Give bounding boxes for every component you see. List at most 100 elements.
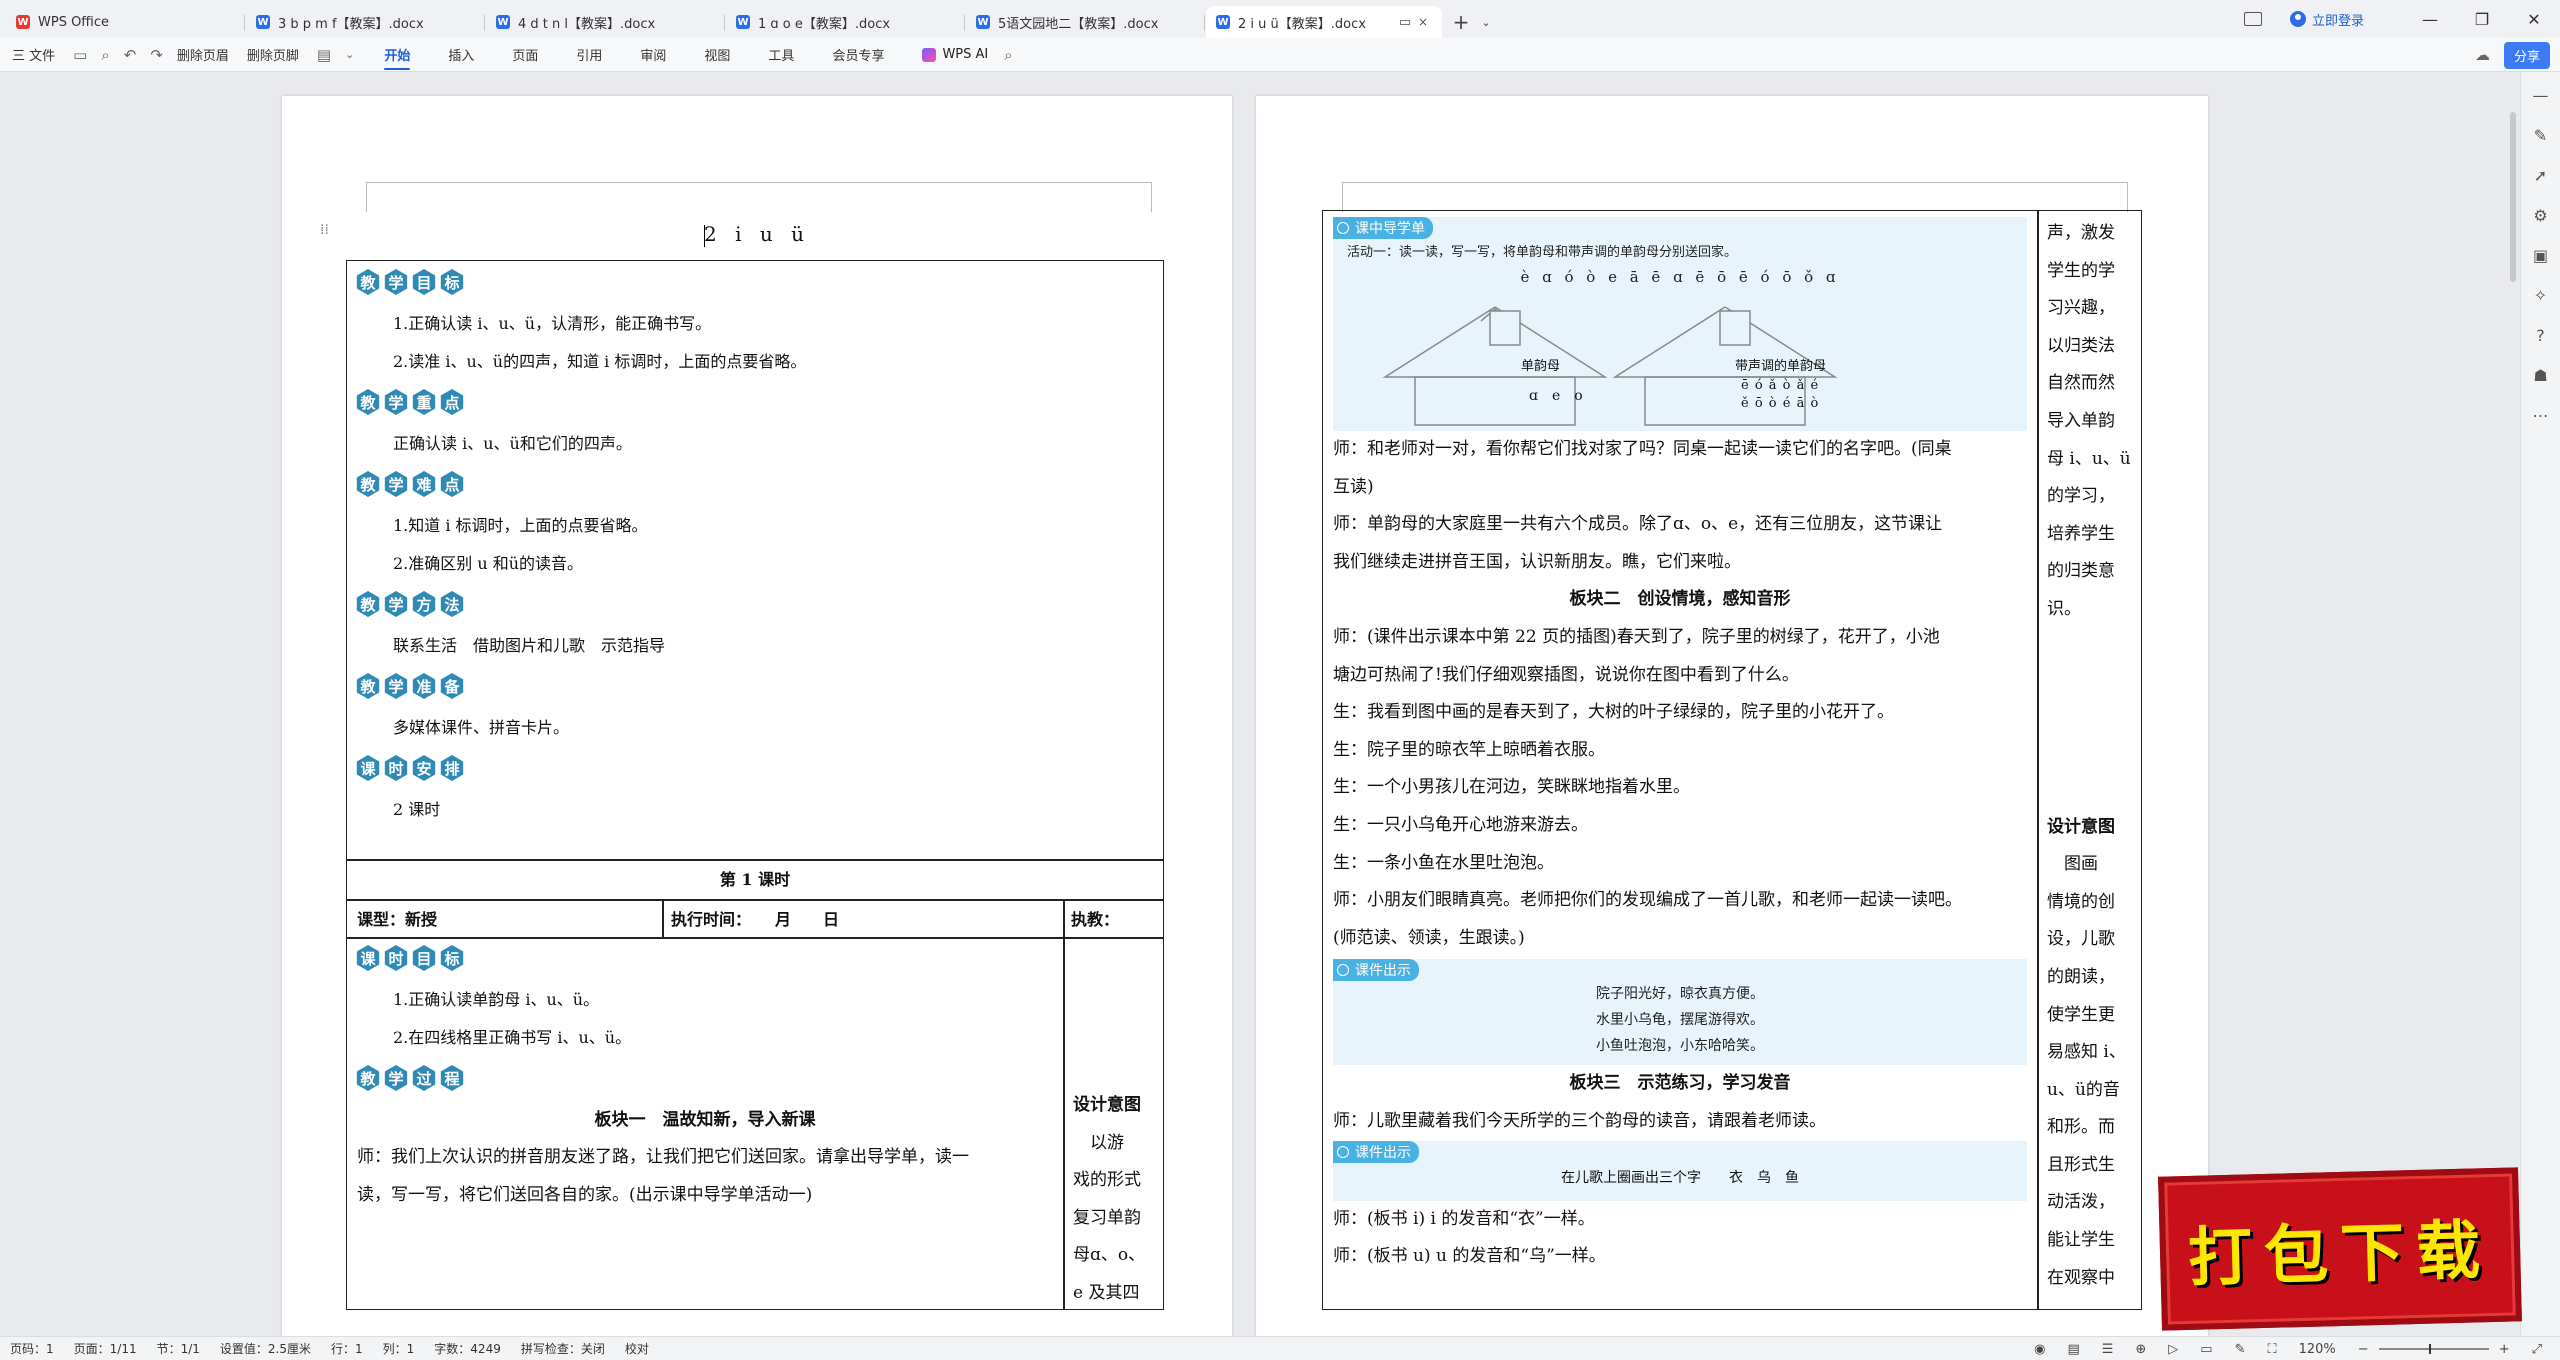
undo-icon[interactable]: ↶	[124, 46, 137, 64]
zoom-level[interactable]: 120%	[2299, 1342, 2336, 1357]
tab-0[interactable]: W WPS Office	[6, 6, 245, 38]
read-mode-icon[interactable]: ▭	[2200, 1342, 2212, 1357]
download-stamp[interactable]: 打包下载	[2158, 1167, 2522, 1331]
tab-1[interactable]: W 3 b p m f【教案】.docx	[246, 6, 485, 38]
select-cursor-icon[interactable]: ➚	[2530, 164, 2552, 186]
redo-icon[interactable]: ↷	[150, 46, 163, 64]
tab-3[interactable]: W 1 ɑ o e【教案】.docx	[726, 6, 965, 38]
window-layout-icon[interactable]	[2243, 12, 2262, 26]
design-intent-line: 动活泼，	[2047, 1192, 2115, 1213]
more-icon[interactable]: ⋯	[2530, 404, 2552, 426]
design-intent-line: 的归类意	[2047, 561, 2115, 582]
design-intent-top: 声，激发 学生的学 习兴趣， 以归类法 自然而然 导入单韵母 i、u、ü 的学习， 培养学生的…	[2037, 215, 2141, 629]
label-dot-icon	[1337, 1145, 1349, 1158]
find-icon[interactable]: ⌕	[101, 46, 109, 64]
poem-line: 院子阳光好，晾衣真方便。	[1596, 986, 1764, 1003]
design-intent-line: 以游	[1073, 1132, 1124, 1153]
heading-char: 准	[412, 673, 436, 699]
tab-menu-button[interactable]: ⌄	[1476, 6, 1496, 38]
tab-4[interactable]: W 5语文园地二【教案】.docx	[966, 6, 1205, 38]
heading-char: 学	[384, 591, 408, 617]
lesson-number: 第 1 课时	[719, 870, 791, 889]
design-intent-column-2: 声，激发 学生的学 习兴趣， 以归类法 自然而然 导入单韵母 i、u、ü 的学习， 培养学生的…	[2037, 215, 2141, 1297]
design-intent-line: 情境的创	[2047, 891, 2115, 912]
tab-2[interactable]: W 4 d t n l【教案】.docx	[486, 6, 725, 38]
zoom-slider[interactable]	[2378, 1344, 2489, 1354]
adjust-settings-icon[interactable]: ⚙	[2530, 204, 2552, 226]
title-right-controls: 立即登录 — ❐ ✕	[2243, 0, 2560, 38]
ribbon-tab-2[interactable]: 页面	[512, 39, 538, 70]
design-intent-line: 学生的学	[2047, 260, 2115, 281]
login-label: 立即登录	[2311, 13, 2364, 29]
close-window-button[interactable]: ✕	[2508, 0, 2560, 38]
document-title[interactable]: 2 i u ü	[282, 222, 1232, 247]
heading-char: 学	[384, 1065, 408, 1091]
outline-view-icon[interactable]: ☰	[2102, 1342, 2114, 1357]
fit-page-icon[interactable]: ⛶	[2268, 1342, 2277, 1357]
collapse-icon[interactable]: —	[2530, 84, 2552, 106]
ending-line: 师：(板书 u) u 的发音和“乌”一样。	[1333, 1246, 1606, 1267]
status-setting: 设置值：2.5厘米	[219, 1342, 312, 1356]
help-icon[interactable]: ?	[2530, 324, 2552, 346]
tab-close-icon[interactable]: ×	[1414, 15, 1432, 29]
heading-char: 标	[440, 269, 464, 295]
section-line: 多媒体课件、拼音卡片。	[393, 718, 570, 737]
search-icon[interactable]: ⌕	[1004, 46, 1012, 64]
courseware-label-2-text: 课件出示	[1355, 1144, 1411, 1161]
tab-label: 2 i u ü【教案】.docx	[1238, 16, 1366, 32]
status-words[interactable]: 字数：4249	[434, 1340, 501, 1357]
file-menu-button[interactable]: 三 文件	[12, 45, 55, 64]
tab-label: 5语文园地二【教案】.docx	[998, 16, 1159, 32]
more-dropdown-icon[interactable]: ⌄	[345, 48, 354, 61]
cloud-sync-icon[interactable]: ☁	[2475, 46, 2490, 64]
heading-char: 点	[440, 389, 464, 415]
status-spell[interactable]: 拼写检查：关闭	[521, 1340, 605, 1357]
header-format-icon[interactable]: ▤	[317, 46, 331, 64]
login-button[interactable]: 立即登录	[2289, 10, 2364, 29]
share-button[interactable]: 分享	[2503, 41, 2550, 69]
ribbon-tab-1[interactable]: 插入	[448, 39, 474, 70]
ribbon-tab-5[interactable]: 视图	[704, 39, 730, 70]
ribbon-tab-7[interactable]: 会员专享	[832, 39, 884, 70]
minimize-button[interactable]: —	[2404, 0, 2456, 38]
heading-char: 排	[440, 755, 464, 781]
zoom-in-icon[interactable]: +	[2499, 1342, 2510, 1357]
write-mode-icon[interactable]: ✎	[2235, 1342, 2246, 1357]
maximize-button[interactable]: ❐	[2456, 0, 2508, 38]
play-icon[interactable]: ▷	[2168, 1342, 2178, 1357]
section-heading: 教学重点	[355, 389, 1163, 415]
design-intent-line: 以归类法	[2047, 335, 2115, 356]
tab-separator	[964, 15, 965, 31]
image-tool-icon[interactable]: ▣	[2530, 244, 2552, 266]
tab-5[interactable]: W 2 i u ü【教案】.docx ▭ ×	[1206, 6, 1442, 38]
page-view-icon[interactable]: ▤	[2067, 1342, 2079, 1357]
status-pages[interactable]: 页面：1/11	[74, 1340, 137, 1357]
section-heading: 课时安排	[355, 755, 1163, 781]
ribbon-tab-3[interactable]: 引用	[576, 39, 602, 70]
heading-char: 教	[356, 591, 380, 617]
delete-header-button[interactable]: 删除页眉	[177, 45, 229, 64]
wps-ai-button[interactable]: WPS AI	[922, 47, 988, 62]
design-intent-title-2: 设计意图	[2047, 816, 2115, 837]
zoom-out-icon[interactable]: −	[2358, 1342, 2369, 1357]
vertical-scrollbar[interactable]	[2510, 112, 2516, 282]
design-intent-line: 在观察中	[2047, 1267, 2115, 1288]
magic-tool-icon[interactable]: ✧	[2530, 284, 2552, 306]
ribbon-tab-4[interactable]: 审阅	[640, 39, 666, 70]
tab-screen-icon[interactable]: ▭	[1396, 15, 1414, 30]
tab-separator	[724, 15, 725, 31]
delete-footer-button[interactable]: 删除页脚	[247, 45, 299, 64]
new-tab-button[interactable]: +	[1446, 6, 1476, 38]
heading-char: 教	[356, 1065, 380, 1091]
ribbon-tab-6[interactable]: 工具	[768, 39, 794, 70]
save-icon[interactable]: ▭	[73, 46, 87, 64]
shirt-style-icon[interactable]: ☗	[2530, 364, 2552, 386]
web-view-icon[interactable]: ⊕	[2135, 1342, 2146, 1357]
heading-char: 程	[440, 1065, 464, 1091]
edit-pen-icon[interactable]: ✎	[2530, 124, 2552, 146]
expand-icon[interactable]: ⤢	[2532, 1342, 2542, 1357]
status-proof[interactable]: 校对	[625, 1340, 649, 1357]
eye-protect-icon[interactable]: ◉	[2034, 1342, 2045, 1357]
ribbon-tab-0[interactable]: 开始	[384, 39, 411, 70]
dialogue-line: 板块二 创设情境，感知音形	[1569, 589, 1791, 610]
